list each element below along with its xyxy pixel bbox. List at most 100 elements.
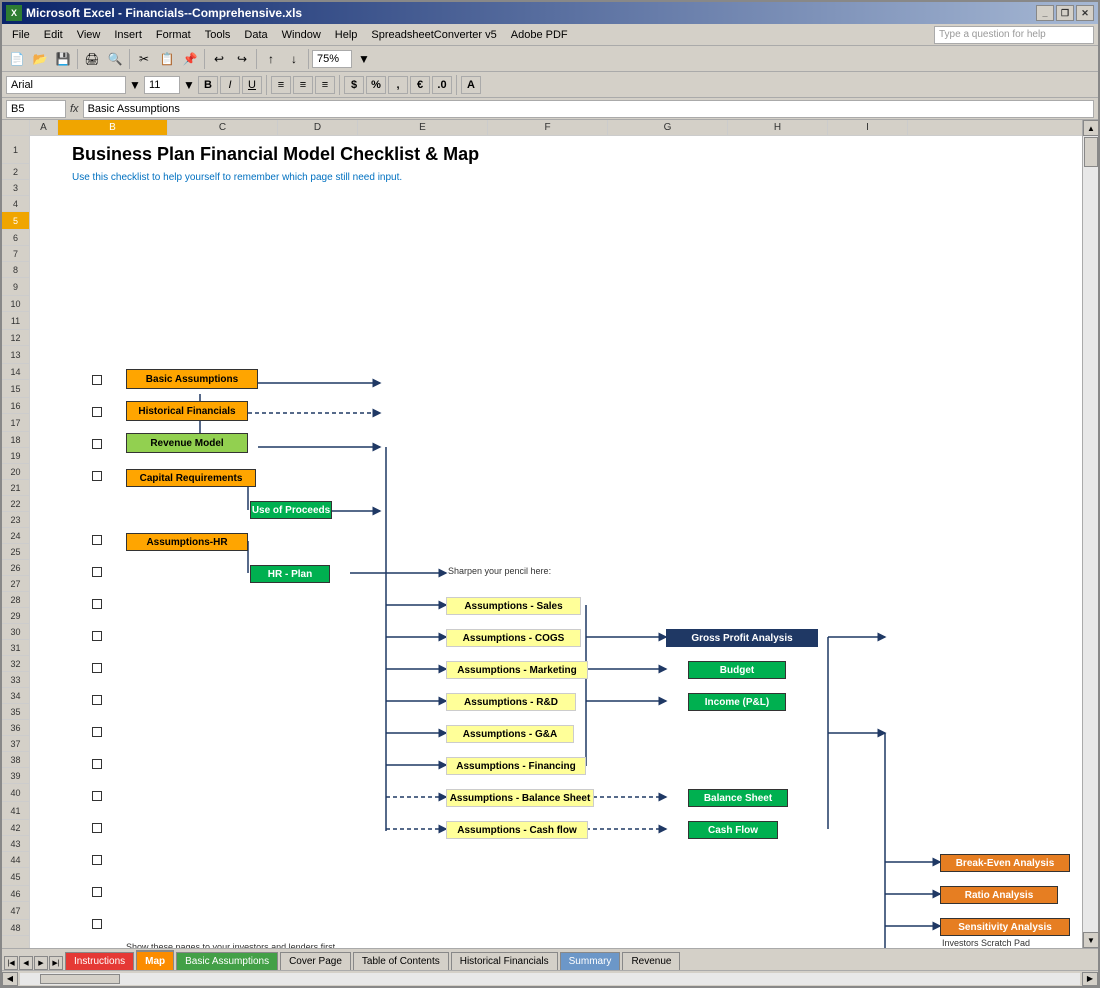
cut-button[interactable]: ✂ bbox=[133, 49, 155, 69]
tab-last-button[interactable]: ▶| bbox=[49, 956, 63, 970]
cb-row27[interactable] bbox=[92, 727, 102, 737]
sensitivity-box[interactable]: Sensitivity Analysis bbox=[940, 918, 1070, 936]
tab-table-of-contents[interactable]: Table of Contents bbox=[353, 952, 449, 970]
percent-button[interactable]: % bbox=[366, 76, 386, 94]
cb-row25[interactable] bbox=[92, 695, 102, 705]
col-g[interactable]: G bbox=[608, 120, 728, 135]
print-button[interactable]: 🖨 bbox=[81, 49, 103, 69]
scroll-thumb[interactable] bbox=[1084, 137, 1098, 167]
assumptions-sales-box[interactable]: Assumptions - Sales bbox=[446, 597, 581, 615]
cb-row15[interactable] bbox=[92, 535, 102, 545]
currency-button[interactable]: $ bbox=[344, 76, 364, 94]
scroll-up-button[interactable]: ▲ bbox=[1083, 120, 1098, 136]
menu-adobe-pdf[interactable]: Adobe PDF bbox=[505, 27, 574, 43]
cb-row5[interactable] bbox=[92, 375, 102, 385]
cb-row19[interactable] bbox=[92, 599, 102, 609]
hr-plan-box[interactable]: HR - Plan bbox=[250, 565, 330, 583]
tab-basic-assumptions[interactable]: Basic Assumptions bbox=[176, 952, 278, 970]
tab-next-button[interactable]: ▶ bbox=[34, 956, 48, 970]
print-preview-button[interactable]: 🔍 bbox=[104, 49, 126, 69]
col-i[interactable]: I bbox=[828, 120, 908, 135]
col-f[interactable]: F bbox=[488, 120, 608, 135]
cb-row39[interactable] bbox=[92, 919, 102, 929]
assumptions-marketing-box[interactable]: Assumptions - Marketing bbox=[446, 661, 588, 679]
hscroll-thumb[interactable] bbox=[40, 974, 120, 984]
tab-summary[interactable]: Summary bbox=[560, 952, 621, 970]
menu-view[interactable]: View bbox=[71, 27, 107, 43]
col-e[interactable]: E bbox=[358, 120, 488, 135]
cb-row35[interactable] bbox=[92, 855, 102, 865]
undo-button[interactable]: ↩ bbox=[208, 49, 230, 69]
assumptions-cogs-box[interactable]: Assumptions - COGS bbox=[446, 629, 581, 647]
tab-map[interactable]: Map bbox=[136, 950, 174, 970]
new-button[interactable]: 📄 bbox=[6, 49, 28, 69]
capital-requirements-box[interactable]: Capital Requirements bbox=[126, 469, 256, 487]
paste-button[interactable]: 📌 bbox=[179, 49, 201, 69]
formula-input[interactable]: Basic Assumptions bbox=[83, 100, 1094, 118]
hscroll-track[interactable] bbox=[20, 973, 1080, 985]
tab-instructions[interactable]: Instructions bbox=[65, 952, 134, 970]
gross-profit-box[interactable]: Gross Profit Analysis bbox=[666, 629, 818, 647]
cb-row31[interactable] bbox=[92, 791, 102, 801]
revenue-model-box[interactable]: Revenue Model bbox=[126, 433, 248, 453]
scroll-track[interactable] bbox=[1083, 136, 1098, 932]
italic-button[interactable]: I bbox=[220, 76, 240, 94]
restore-button[interactable]: ❐ bbox=[1056, 5, 1074, 21]
historical-financials-box[interactable]: Historical Financials bbox=[126, 401, 248, 421]
tab-first-button[interactable]: |◀ bbox=[4, 956, 18, 970]
menu-data[interactable]: Data bbox=[238, 27, 273, 43]
col-b[interactable]: B bbox=[58, 120, 168, 135]
menu-edit[interactable]: Edit bbox=[38, 27, 69, 43]
cb-row6[interactable] bbox=[92, 407, 102, 417]
cb-row23[interactable] bbox=[92, 663, 102, 673]
menu-insert[interactable]: Insert bbox=[108, 27, 148, 43]
redo-button[interactable]: ↪ bbox=[231, 49, 253, 69]
sort-desc-icon[interactable]: ↓ bbox=[283, 49, 305, 69]
assumptions-hr-box[interactable]: Assumptions-HR bbox=[126, 533, 248, 551]
tab-historical-financials[interactable]: Historical Financials bbox=[451, 952, 558, 970]
font-color-button[interactable]: A bbox=[461, 76, 481, 94]
minimize-button[interactable]: _ bbox=[1036, 5, 1054, 21]
vertical-scrollbar[interactable]: ▲ ▼ bbox=[1082, 120, 1098, 948]
cb-row9[interactable] bbox=[92, 439, 102, 449]
horizontal-scrollbar[interactable]: ◀ ▶ bbox=[2, 970, 1098, 986]
zoom-dropdown[interactable]: ▼ bbox=[353, 49, 375, 69]
sort-asc-icon[interactable]: ↑ bbox=[260, 49, 282, 69]
copy-button[interactable]: 📋 bbox=[156, 49, 178, 69]
tab-cover-page[interactable]: Cover Page bbox=[280, 952, 351, 970]
font-name-dropdown[interactable]: ▼ bbox=[128, 75, 142, 95]
font-size-box[interactable]: 11 bbox=[144, 76, 180, 94]
break-even-box[interactable]: Break-Even Analysis bbox=[940, 854, 1070, 872]
cb-row11[interactable] bbox=[92, 471, 102, 481]
tab-revenue[interactable]: Revenue bbox=[622, 952, 680, 970]
cb-row33[interactable] bbox=[92, 823, 102, 833]
assumptions-rd-box[interactable]: Assumptions - R&D bbox=[446, 693, 576, 711]
hscroll-left-button[interactable]: ◀ bbox=[2, 972, 18, 986]
cb-row17[interactable] bbox=[92, 567, 102, 577]
menu-tools[interactable]: Tools bbox=[199, 27, 237, 43]
scroll-down-button[interactable]: ▼ bbox=[1083, 932, 1098, 948]
bold-button[interactable]: B bbox=[198, 76, 218, 94]
col-a[interactable]: A bbox=[30, 120, 58, 135]
menu-file[interactable]: File bbox=[6, 27, 36, 43]
decimal-button[interactable]: .0 bbox=[432, 76, 452, 94]
balance-sheet-box[interactable]: Balance Sheet bbox=[688, 789, 788, 807]
help-search[interactable]: Type a question for help bbox=[934, 26, 1094, 44]
cash-flow-box[interactable]: Cash Flow bbox=[688, 821, 778, 839]
increase-decimal-button[interactable]: € bbox=[410, 76, 430, 94]
hscroll-right-button[interactable]: ▶ bbox=[1082, 972, 1098, 986]
cell-reference[interactable]: B5 bbox=[6, 100, 66, 118]
open-button[interactable]: 📂 bbox=[29, 49, 51, 69]
font-name-box[interactable]: Arial bbox=[6, 76, 126, 94]
budget-box[interactable]: Budget bbox=[688, 661, 786, 679]
col-d[interactable]: D bbox=[278, 120, 358, 135]
cb-row29[interactable] bbox=[92, 759, 102, 769]
menu-spreadsheet-converter[interactable]: SpreadsheetConverter v5 bbox=[365, 27, 502, 43]
col-h[interactable]: H bbox=[728, 120, 828, 135]
menu-format[interactable]: Format bbox=[150, 27, 197, 43]
font-size-dropdown[interactable]: ▼ bbox=[182, 75, 196, 95]
align-right-button[interactable]: ≡ bbox=[315, 76, 335, 94]
assumptions-cashflow-box[interactable]: Assumptions - Cash flow bbox=[446, 821, 588, 839]
ratio-analysis-box[interactable]: Ratio Analysis bbox=[940, 886, 1058, 904]
save-button[interactable]: 💾 bbox=[52, 49, 74, 69]
